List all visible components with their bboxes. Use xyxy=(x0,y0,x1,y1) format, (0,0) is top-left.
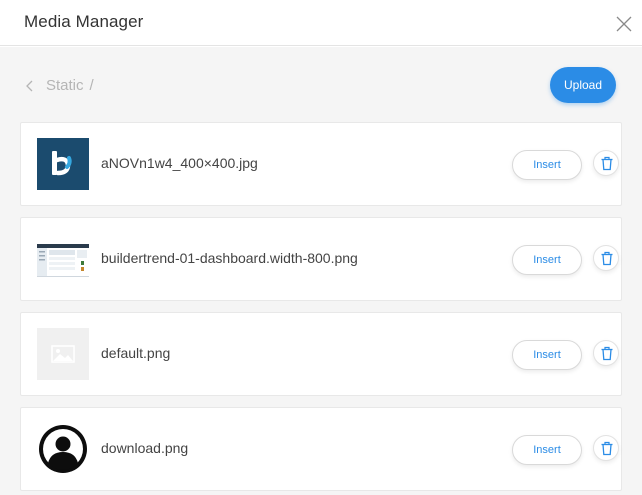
toolbar: Static / Upload xyxy=(0,47,642,119)
insert-button[interactable]: Insert xyxy=(512,435,582,465)
modal-header: Media Manager xyxy=(0,0,642,46)
file-row: aNOVn1w4_400×400.jpg Insert xyxy=(20,122,622,206)
modal-body: Static / Upload aNOVn1w4_400×400.jpg Inse… xyxy=(0,47,642,495)
user-avatar-icon xyxy=(37,423,89,475)
modal-title: Media Manager xyxy=(24,12,144,31)
breadcrumb: Static / xyxy=(46,77,94,94)
breadcrumb-separator: / xyxy=(89,77,94,94)
file-name: buildertrend-01-dashboard.width-800.png xyxy=(101,250,358,266)
file-row: download.png Insert xyxy=(20,407,622,491)
file-row: buildertrend-01-dashboard.width-800.png … xyxy=(20,217,622,301)
breadcrumb-folder[interactable]: Static xyxy=(46,77,84,94)
image-placeholder-icon xyxy=(37,328,89,380)
insert-button[interactable]: Insert xyxy=(512,150,582,180)
trash-icon[interactable] xyxy=(593,340,619,366)
insert-button[interactable]: Insert xyxy=(512,340,582,370)
close-icon[interactable] xyxy=(616,16,632,32)
brand-logo-b-thumbnail xyxy=(37,138,89,190)
file-name: download.png xyxy=(101,440,189,456)
trash-icon[interactable] xyxy=(593,245,619,271)
trash-icon[interactable] xyxy=(593,150,619,176)
file-name: aNOVn1w4_400×400.jpg xyxy=(101,155,258,171)
upload-button[interactable]: Upload xyxy=(550,67,616,103)
trash-icon[interactable] xyxy=(593,435,619,461)
insert-button[interactable]: Insert xyxy=(512,245,582,275)
file-name: default.png xyxy=(101,345,171,361)
file-row: default.png Insert xyxy=(20,312,622,396)
media-manager-modal: Media Manager Static / Upload aNOVn1w4_4… xyxy=(0,0,642,495)
chevron-left-icon[interactable] xyxy=(24,79,36,93)
dashboard-screenshot-thumbnail xyxy=(37,233,89,285)
